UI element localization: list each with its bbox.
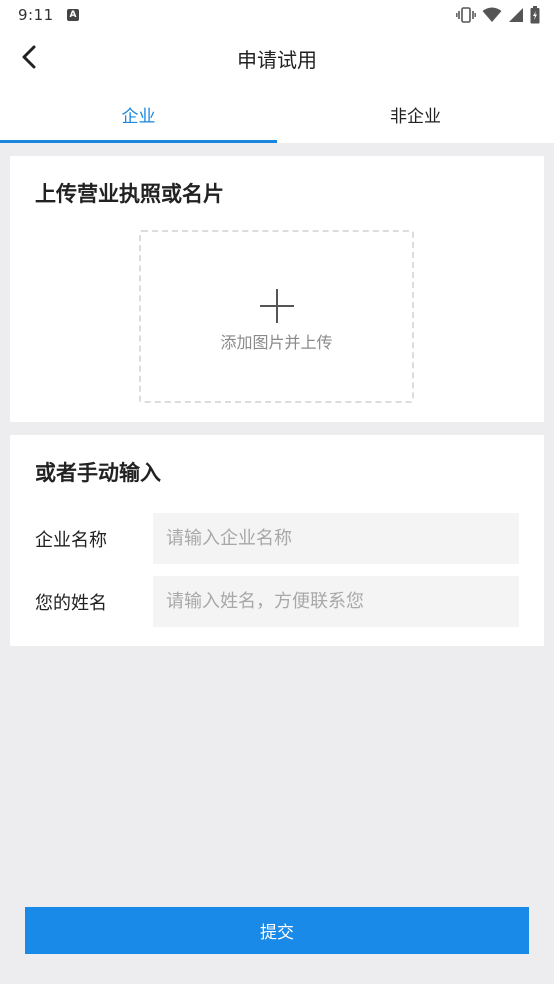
- company-name-row: 企业名称: [10, 513, 544, 564]
- tab-label: 企业: [121, 107, 156, 127]
- tab-enterprise[interactable]: 企业: [0, 84, 277, 143]
- contact-name-input[interactable]: [153, 576, 519, 627]
- company-name-input[interactable]: [153, 513, 519, 564]
- company-name-label: 企业名称: [35, 530, 107, 551]
- tab-bar: 企业 非企业: [0, 84, 554, 143]
- status-bar: 9:11 A: [0, 0, 554, 30]
- upload-hint: 添加图片并上传: [220, 333, 333, 352]
- tab-label: 非企业: [390, 107, 441, 127]
- app-header: 申请试用: [0, 30, 554, 84]
- upload-section-title: 上传营业执照或名片: [35, 182, 224, 206]
- upload-card: 上传营业执照或名片 添加图片并上传: [10, 156, 544, 422]
- active-tab-indicator: [0, 140, 277, 143]
- a-icon: A: [67, 9, 79, 21]
- manual-entry-card: 或者手动输入 企业名称 您的姓名: [10, 435, 544, 646]
- contact-name-row: 您的姓名: [10, 576, 544, 627]
- status-time: 9:11: [18, 6, 54, 24]
- manual-section-title: 或者手动输入: [35, 461, 161, 485]
- submit-button[interactable]: 提交: [25, 907, 529, 954]
- upload-image-area[interactable]: 添加图片并上传: [139, 230, 414, 403]
- vibrate-icon: [456, 7, 476, 23]
- page-title: 申请试用: [237, 48, 317, 72]
- plus-icon: [260, 289, 294, 323]
- wifi-icon: [482, 7, 502, 22]
- contact-name-label: 您的姓名: [35, 593, 107, 614]
- signal-icon: [509, 8, 523, 22]
- tab-non-enterprise[interactable]: 非企业: [277, 84, 554, 143]
- status-icons: [456, 6, 540, 24]
- battery-icon: [530, 6, 540, 24]
